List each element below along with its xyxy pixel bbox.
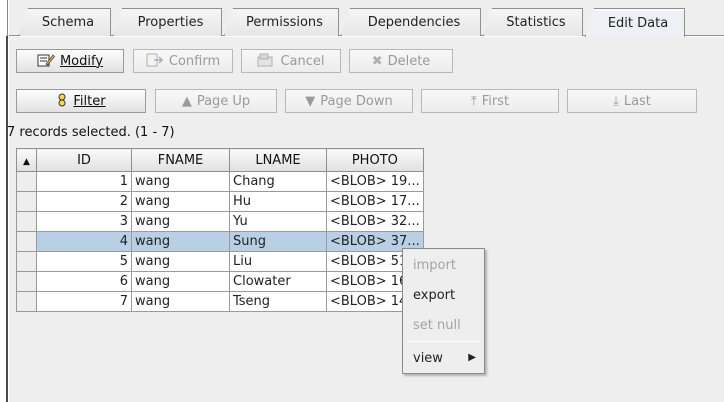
first-page-icon: ⤒ xyxy=(470,93,477,109)
cell-lname[interactable]: Liu xyxy=(229,251,327,272)
submenu-arrow-icon: ▶ xyxy=(468,352,476,363)
row-header[interactable] xyxy=(16,191,37,212)
table-row[interactable]: 7 wang Tseng <BLOB> 14... xyxy=(16,291,424,312)
row-header[interactable] xyxy=(16,271,37,292)
filter-button[interactable]: Filter xyxy=(16,89,146,113)
delete-x-icon: ✖ xyxy=(371,53,383,69)
records-status: 7 records selected. (1 - 7) xyxy=(7,125,175,140)
tab-label: Dependencies xyxy=(367,15,461,30)
tab-dependencies[interactable]: Dependencies xyxy=(341,8,481,36)
cell-lname[interactable]: Yu xyxy=(229,211,327,232)
tab-label: Edit Data xyxy=(607,15,669,31)
table-row-selected[interactable]: 4 wang Sung <BLOB> 37... xyxy=(16,231,424,252)
cell-lname[interactable]: Clowater xyxy=(229,271,327,292)
row-header[interactable] xyxy=(16,211,37,232)
data-table: ▲ ID FNAME LNAME PHOTO 1 wang Chang <BLO… xyxy=(16,148,424,312)
cell-photo[interactable]: <BLOB> 17... xyxy=(326,191,424,212)
menu-item-import[interactable]: import xyxy=(413,258,456,273)
cell-photo[interactable]: <BLOB> 32... xyxy=(326,211,424,232)
tab-label: Statistics xyxy=(506,15,566,30)
cell-fname[interactable]: wang xyxy=(131,171,230,192)
tab-statistics[interactable]: Statistics xyxy=(483,8,583,36)
delete-button[interactable]: ✖ Delete xyxy=(349,49,453,73)
confirm-icon xyxy=(146,53,164,70)
context-menu: import export set null view ▶ xyxy=(402,248,485,374)
tab-properties[interactable]: Properties xyxy=(113,8,222,36)
page-down-label: Page Down xyxy=(320,93,393,109)
cell-lname[interactable]: Hu xyxy=(229,191,327,212)
row-header[interactable] xyxy=(16,231,37,252)
menu-label: set null xyxy=(413,318,461,333)
tab-permissions[interactable]: Permissions xyxy=(224,8,339,36)
tab-schema[interactable]: Schema xyxy=(19,8,111,36)
arrow-up-icon: ▲ xyxy=(181,93,192,109)
column-header-id[interactable]: ID xyxy=(36,148,132,172)
tab-bar: Schema Properties Permissions Dependenci… xyxy=(9,0,724,37)
table-row[interactable]: 5 wang Liu <BLOB> 51... xyxy=(16,251,424,272)
cancel-label: Cancel xyxy=(280,53,325,69)
cell-fname[interactable]: wang xyxy=(131,251,230,272)
table-row[interactable]: 1 wang Chang <BLOB> 19... xyxy=(16,171,424,192)
cell-fname[interactable]: wang xyxy=(131,231,230,252)
table-row[interactable]: 3 wang Yu <BLOB> 32... xyxy=(16,211,424,232)
cell-fname[interactable]: wang xyxy=(131,271,230,292)
row-header[interactable] xyxy=(16,251,37,272)
cell-photo[interactable]: <BLOB> 19... xyxy=(326,171,424,192)
column-header-photo[interactable]: PHOTO xyxy=(326,148,424,172)
delete-label: Delete xyxy=(387,53,431,69)
edit-pencil-icon xyxy=(37,53,55,70)
menu-label: export xyxy=(413,288,456,303)
column-header-fname[interactable]: FNAME xyxy=(131,148,230,172)
last-button[interactable]: ⤓ Last xyxy=(567,89,697,113)
cell-id[interactable]: 5 xyxy=(36,251,132,272)
confirm-label: Confirm xyxy=(168,53,221,69)
tab-label: Permissions xyxy=(246,15,323,30)
menu-item-export[interactable]: export xyxy=(413,288,455,303)
row-header[interactable] xyxy=(16,171,37,192)
first-label: First xyxy=(481,93,510,109)
confirm-button[interactable]: Confirm xyxy=(133,49,233,73)
cell-fname[interactable]: wang xyxy=(131,211,230,232)
last-label: Last xyxy=(623,93,651,109)
modify-button[interactable]: Modify xyxy=(16,49,124,73)
cell-id[interactable]: 2 xyxy=(36,191,132,212)
column-header-lname[interactable]: LNAME xyxy=(229,148,327,172)
filter-icon xyxy=(56,93,68,110)
table-row[interactable]: 6 wang Clowater <BLOB> 16... xyxy=(16,271,424,292)
menu-separator xyxy=(407,341,480,342)
sort-triangle-icon: ▲ xyxy=(23,156,30,167)
tab-label: Schema xyxy=(41,15,95,30)
modify-label: Modify xyxy=(59,53,104,69)
cell-fname[interactable]: wang xyxy=(131,191,230,212)
tab-label: Properties xyxy=(137,15,204,30)
table-row[interactable]: 2 wang Hu <BLOB> 17... xyxy=(16,191,424,212)
tab-edit-data[interactable]: Edit Data xyxy=(585,8,685,37)
cell-lname[interactable]: Sung xyxy=(229,231,327,252)
menu-label: import xyxy=(413,258,456,273)
cell-id[interactable]: 1 xyxy=(36,171,132,192)
page-down-button[interactable]: ▼ Page Down xyxy=(285,89,413,113)
cell-id[interactable]: 6 xyxy=(36,271,132,292)
left-border xyxy=(0,0,8,402)
menu-item-set-null[interactable]: set null xyxy=(413,318,461,333)
last-page-icon: ⤓ xyxy=(613,93,619,109)
cell-lname[interactable]: Tseng xyxy=(229,291,327,312)
arrow-down-icon: ▼ xyxy=(305,93,316,109)
cancel-button[interactable]: Cancel xyxy=(241,49,341,73)
cell-id[interactable]: 3 xyxy=(36,211,132,232)
cell-lname[interactable]: Chang xyxy=(229,171,327,192)
cancel-icon xyxy=(257,53,275,70)
sort-toggle[interactable]: ▲ xyxy=(16,148,37,172)
page-up-button[interactable]: ▲ Page Up xyxy=(155,89,277,113)
menu-label: view xyxy=(413,351,443,366)
page-up-label: Page Up xyxy=(196,93,251,109)
row-header[interactable] xyxy=(16,291,37,312)
cell-id[interactable]: 4 xyxy=(36,231,132,252)
cell-fname[interactable]: wang xyxy=(131,291,230,312)
cell-id[interactable]: 7 xyxy=(36,291,132,312)
filter-label: Filter xyxy=(73,93,106,109)
first-button[interactable]: ⤒ First xyxy=(421,89,559,113)
